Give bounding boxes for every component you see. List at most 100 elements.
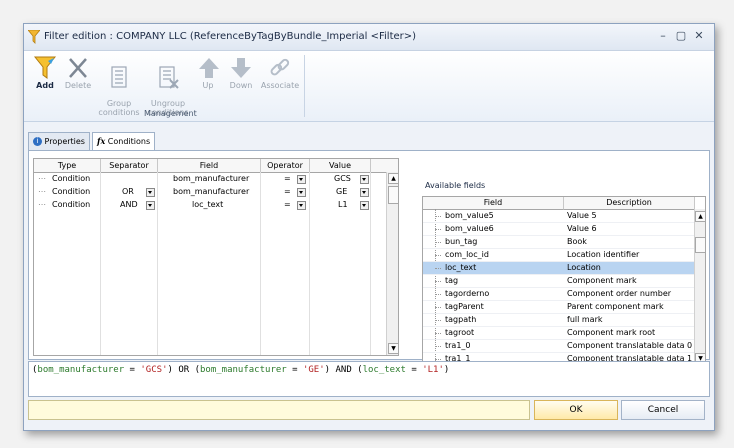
cancel-button[interactable]: Cancel xyxy=(621,400,705,420)
condition-operator[interactable]: = xyxy=(284,186,291,198)
condition-separator[interactable]: AND xyxy=(120,199,138,211)
expression-token: ) xyxy=(443,365,450,375)
condition-row[interactable]: ⋯ Condition AND loc_text = L1 xyxy=(34,199,398,211)
condition-row[interactable]: ⋯ Condition OR bom_manufacturer = GE xyxy=(34,186,398,198)
filter-expression-editor[interactable]: (bom_manufacturer = 'GCS') OR (bom_manuf… xyxy=(28,361,710,397)
expression-token: 'L1' xyxy=(422,365,444,375)
field-row[interactable]: tag Component mark xyxy=(423,275,694,288)
expression-token: ) OR ( xyxy=(167,365,200,375)
up-button-label: Up xyxy=(202,81,214,90)
arrow-up-icon xyxy=(199,58,219,78)
close-icon[interactable]: ✕ xyxy=(692,29,706,43)
scrollbar-thumb[interactable] xyxy=(695,237,705,253)
associate-button[interactable]: Associate xyxy=(260,55,300,105)
tab-conditions-label: Conditions xyxy=(107,137,151,146)
conditions-scrollbar[interactable]: ▲ ▼ xyxy=(386,172,398,355)
field-description: Value 5 xyxy=(567,211,597,220)
down-button-label: Down xyxy=(229,81,253,90)
condition-row[interactable]: ⋯ Condition bom_manufacturer = GCS xyxy=(34,173,398,185)
value-dropdown-arrow-icon[interactable] xyxy=(360,175,369,184)
minimize-icon[interactable]: – xyxy=(656,29,670,43)
field-row[interactable]: tra1_0 Component translatable data 0 xyxy=(423,340,694,353)
management-group-label: Management xyxy=(144,109,197,118)
column-header-separator[interactable]: Separator xyxy=(101,159,158,172)
tree-connector: ⋯ xyxy=(38,174,46,183)
field-description: Component translatable data 0 xyxy=(567,341,693,350)
condition-field[interactable]: loc_text xyxy=(192,199,223,211)
tree-connector xyxy=(435,359,441,360)
ungroup-conditions-button[interactable]: Ungroup conditions xyxy=(144,55,192,117)
column-header-description[interactable]: Description xyxy=(564,197,695,210)
scroll-up-arrow-icon[interactable]: ▲ xyxy=(695,211,705,222)
column-header-value[interactable]: Value xyxy=(310,159,371,172)
field-row[interactable]: tagroot Component mark root xyxy=(423,327,694,340)
field-row[interactable]: tagParent Parent component mark xyxy=(423,301,694,314)
value-dropdown-arrow-icon[interactable] xyxy=(360,201,369,210)
condition-field[interactable]: bom_manufacturer xyxy=(173,186,249,198)
scroll-down-arrow-icon[interactable]: ▼ xyxy=(388,343,398,354)
field-description: Location identifier xyxy=(567,250,640,259)
condition-value[interactable]: L1 xyxy=(338,199,348,211)
condition-operator[interactable]: = xyxy=(284,173,291,185)
column-header-field[interactable]: Field xyxy=(158,159,261,172)
expression-token: 'GCS' xyxy=(140,365,168,375)
condition-type: Condition xyxy=(52,187,91,196)
add-button-label: Add xyxy=(36,81,54,90)
condition-operator[interactable]: = xyxy=(284,199,291,211)
field-row[interactable]: tagpath full mark xyxy=(423,314,694,327)
separator-dropdown-arrow-icon[interactable] xyxy=(146,201,155,210)
condition-value[interactable]: GCS xyxy=(334,173,351,185)
tab-properties[interactable]: i Properties xyxy=(28,132,90,150)
field-row[interactable]: com_loc_id Location identifier xyxy=(423,249,694,262)
conditions-grid: Type Separator Field Operator Value ⋯ Co… xyxy=(33,158,399,356)
condition-separator[interactable]: OR xyxy=(122,186,134,198)
condition-field[interactable]: bom_manufacturer xyxy=(173,173,249,185)
value-dropdown-arrow-icon[interactable] xyxy=(360,188,369,197)
column-header-field[interactable]: Field xyxy=(423,197,564,210)
ribbon-group-divider xyxy=(304,55,305,117)
available-fields-label: Available fields xyxy=(425,181,486,190)
expression-token: = xyxy=(124,365,141,375)
up-button[interactable]: Up xyxy=(196,55,220,105)
down-button[interactable]: Down xyxy=(226,55,256,105)
scrollbar-thumb[interactable] xyxy=(388,186,398,204)
group-conditions-button[interactable]: Group conditions xyxy=(96,55,142,117)
condition-type: Condition xyxy=(52,174,91,183)
column-header-operator[interactable]: Operator xyxy=(261,159,310,172)
field-name: bom_value5 xyxy=(445,211,494,220)
operator-dropdown-arrow-icon[interactable] xyxy=(297,175,306,184)
ok-button[interactable]: OK xyxy=(534,400,618,420)
restore-icon[interactable]: ▢ xyxy=(674,29,688,43)
field-description: Value 6 xyxy=(567,224,597,233)
delete-x-icon xyxy=(69,58,87,78)
field-description: Book xyxy=(567,237,587,246)
tree-connector xyxy=(435,216,441,217)
field-name: tagpath xyxy=(445,315,477,324)
tree-connector xyxy=(435,229,441,230)
field-name: tra1_0 xyxy=(445,341,471,350)
field-row[interactable]: bom_value5 Value 5 xyxy=(423,210,694,223)
field-row[interactable]: bom_value6 Value 6 xyxy=(423,223,694,236)
field-row[interactable]: bun_tag Book xyxy=(423,236,694,249)
separator-dropdown-arrow-icon[interactable] xyxy=(146,188,155,197)
delete-button[interactable]: Delete xyxy=(62,55,94,105)
fields-vertical-scrollbar[interactable]: ▲ ▼ xyxy=(694,209,705,365)
conditions-header: Type Separator Field Operator Value xyxy=(34,159,398,173)
title-bar[interactable]: Filter edition : COMPANY LLC (ReferenceB… xyxy=(24,24,714,51)
add-button[interactable]: Add xyxy=(30,55,60,105)
field-row[interactable]: tagorderno Component order number xyxy=(423,288,694,301)
status-message-field xyxy=(28,400,530,420)
field-name: bun_tag xyxy=(445,237,478,246)
expression-token: = xyxy=(405,365,423,375)
condition-value[interactable]: GE xyxy=(336,186,347,198)
operator-dropdown-arrow-icon[interactable] xyxy=(297,201,306,210)
tree-connector: ⋯ xyxy=(38,187,46,196)
associate-button-label: Associate xyxy=(260,81,300,90)
tab-conditions[interactable]: fx Conditions xyxy=(92,132,156,151)
operator-dropdown-arrow-icon[interactable] xyxy=(297,188,306,197)
field-row-selected[interactable]: loc_text Location xyxy=(423,262,694,275)
filter-expression-text: (bom_manufacturer = 'GCS') OR (bom_manuf… xyxy=(32,365,449,375)
column-header-type[interactable]: Type xyxy=(34,159,101,172)
scroll-up-arrow-icon[interactable]: ▲ xyxy=(388,173,398,184)
group-icon xyxy=(111,66,127,88)
